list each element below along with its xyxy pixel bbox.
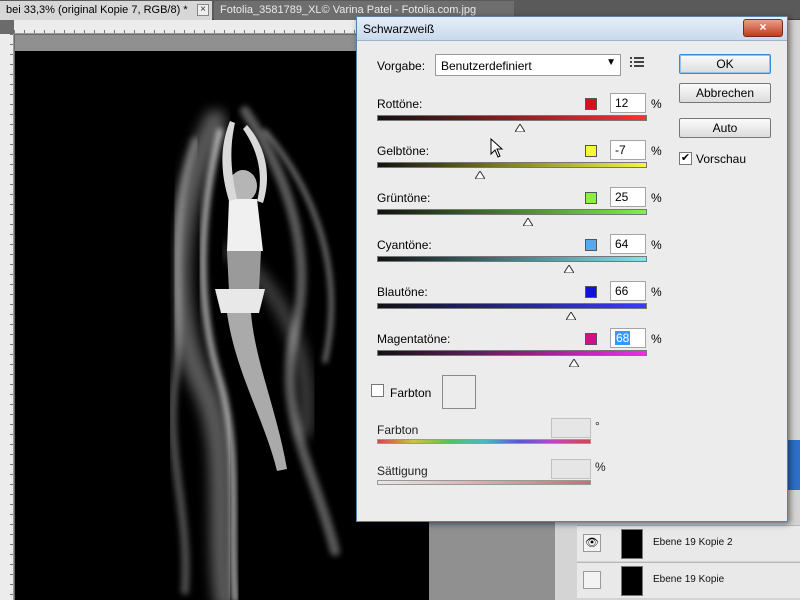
slider-row-blue: Blautöne: 66 % [377,281,667,329]
tab-fotolia-label: Fotolia_3581789_XL© Varina Patel - Fotol… [220,4,477,16]
slider-label: Grüntöne: [377,191,431,205]
preview-label: Vorschau [696,152,747,166]
preset-value: Benutzerdefiniert [441,59,532,73]
degree-label: ° [595,419,600,433]
close-icon: × [759,20,767,34]
preset-dropdown[interactable]: Benutzerdefiniert ▼ [435,54,621,76]
slider-thumb-icon[interactable] [514,121,526,133]
eye-toggle-empty-icon[interactable] [583,571,601,589]
slider-label: Gelbtöne: [377,144,430,158]
slider-track[interactable] [377,303,647,309]
value-text: 68 [615,331,631,345]
slider-thumb-icon[interactable] [568,356,580,368]
cursor-icon [490,137,504,161]
hue-label: Farbton [377,423,419,437]
layer-row[interactable]: 👁 Ebene 19 Kopie 2 [577,525,800,561]
slider-thumb-icon[interactable] [473,168,486,180]
saturation-row: Sättigung % [377,459,617,504]
color-swatch [585,98,597,110]
tab-close-icon[interactable]: × [197,4,209,16]
value-input[interactable]: 66 [610,281,646,301]
value-text: 12 [615,96,629,110]
tint-toggle[interactable]: Farbton [371,383,431,400]
dialog-title-bar[interactable]: Schwarzweiß × [357,17,787,41]
ok-button[interactable]: OK [679,54,771,74]
list-icon[interactable] [629,56,645,72]
percent-label: % [651,191,662,205]
slider-track[interactable] [377,209,647,215]
selected-layer-indicator [788,440,800,490]
slider-track[interactable] [377,350,647,356]
saturation-input [551,459,591,479]
value-input[interactable]: 68 [610,328,646,348]
layer-thumbnail [621,566,643,596]
tint-color-swatch[interactable] [442,375,476,409]
value-input[interactable]: 25 [610,187,646,207]
close-button[interactable]: × [743,19,783,37]
layer-row[interactable]: Ebene 19 Kopie [577,562,800,598]
cancel-label: Abbrechen [695,86,755,100]
hue-row: Farbton ° [377,418,617,463]
preview-toggle[interactable]: ✔ Vorschau [679,151,746,166]
color-swatch [585,239,597,251]
chevron-down-icon: ▼ [606,57,616,68]
cancel-button[interactable]: Abbrechen [679,83,771,103]
percent-label: % [651,332,662,346]
saturation-percent-label: % [595,460,606,474]
slider-row-magenta: Magentatöne: 68 % [377,328,667,376]
auto-label: Auto [712,121,738,135]
slider-thumb-icon[interactable] [562,262,575,274]
layer-thumbnail [621,529,643,559]
black-white-dialog: Schwarzweiß × Vorgabe: Benutzerdefiniert… [356,16,788,522]
value-input[interactable]: 64 [610,234,646,254]
slider-row-green: Grüntöne: 25 % [377,187,667,235]
value-input[interactable]: 12 [610,93,646,113]
eye-icon[interactable]: 👁 [583,534,601,552]
hue-slider-track [377,439,591,444]
color-swatch [585,145,597,157]
ok-label: OK [716,57,734,71]
slider-label: Cyantöne: [377,238,432,252]
percent-label: % [651,285,662,299]
percent-label: % [651,144,662,158]
saturation-label: Sättigung [377,464,428,478]
auto-button[interactable]: Auto [679,118,771,138]
layer-name: Ebene 19 Kopie [653,574,725,585]
slider-track[interactable] [377,162,647,168]
preview-checkbox[interactable]: ✔ [679,152,692,166]
value-input[interactable]: -7 [610,140,646,160]
slider-row-red: Rottöne: 12 % [377,93,667,141]
slider-row-cyan: Cyantöne: 64 % [377,234,667,282]
dialog-title: Schwarzweiß [363,22,435,36]
vertical-ruler [0,34,14,600]
value-text: 66 [615,284,629,298]
slider-label: Magentatöne: [377,332,451,346]
value-text: 25 [615,190,629,204]
preset-label: Vorgabe: [377,59,426,73]
color-swatch [585,286,597,298]
percent-label: % [651,238,662,252]
hue-input [551,418,591,438]
slider-thumb-icon[interactable] [522,215,535,227]
percent-label: % [651,97,662,111]
value-text: -7 [615,143,626,157]
tint-checkbox[interactable] [371,384,384,398]
color-swatch [585,333,597,345]
color-swatch [585,192,597,204]
tint-checkbox-label: Farbton [390,386,432,400]
slider-track[interactable] [377,115,647,121]
slider-row-yellow: Gelbtöne: -7 % [377,140,667,188]
layer-name: Ebene 19 Kopie 2 [653,537,733,548]
saturation-slider-track [377,480,591,485]
slider-label: Blautöne: [377,285,428,299]
tab-active-document[interactable]: bei 33,3% (original Kopie 7, RGB/8) * × [0,1,212,20]
tab-active-label: bei 33,3% (original Kopie 7, RGB/8) * [6,4,188,16]
value-text: 64 [615,237,629,251]
slider-label: Rottöne: [377,97,423,111]
slider-thumb-icon[interactable] [565,309,578,321]
slider-track[interactable] [377,256,647,262]
